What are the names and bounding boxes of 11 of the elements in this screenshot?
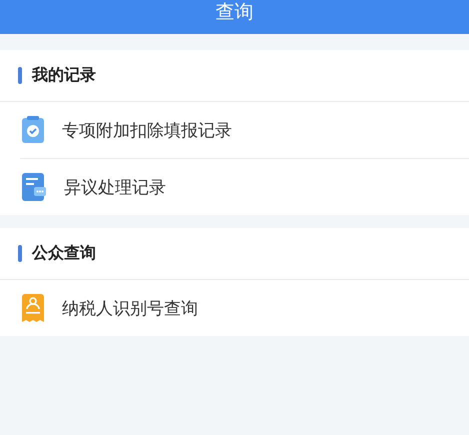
page-title: 查询 xyxy=(216,1,254,23)
menu-item[interactable]: 异议处理记录 xyxy=(64,176,166,198)
section-title: 公众查询 xyxy=(32,243,96,264)
clipboard-check-icon xyxy=(22,116,44,144)
menu-item[interactable]: 纳税人识别号查询 xyxy=(62,296,198,320)
id-badge-icon xyxy=(22,294,44,322)
menu-item[interactable]: 专项附加扣除填报记录 xyxy=(62,118,232,142)
section-marker xyxy=(18,67,22,84)
section-marker xyxy=(18,245,22,262)
section-title: 我的记录 xyxy=(32,65,96,86)
document-chat-icon xyxy=(22,173,46,201)
